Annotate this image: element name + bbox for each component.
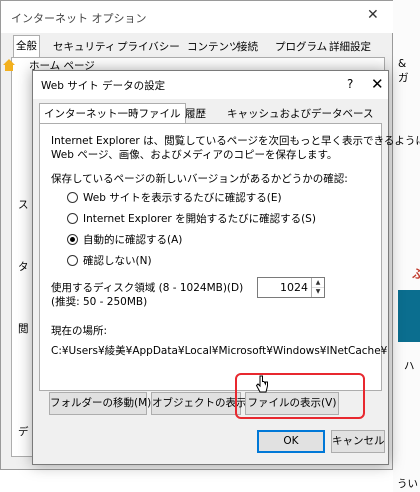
radio-label[interactable]: 確認しない(N)	[83, 253, 152, 268]
check-prompt: 保存しているページの新しいバージョンがあるかどうかの確認:	[51, 173, 348, 185]
view-objects-button[interactable]: オブジェクトの表示(O)	[151, 392, 263, 415]
tab-programs[interactable]: プログラム	[273, 37, 329, 57]
current-location-path: C:¥Users¥綾美¥AppData¥Local¥Microsoft¥Wind…	[51, 345, 388, 357]
current-location-label: 現在の場所:	[51, 325, 108, 337]
radio-label[interactable]: Web サイトを表示するたびに確認する(E)	[83, 190, 282, 205]
home-icon	[3, 59, 15, 71]
tab-general[interactable]: 全般	[13, 35, 40, 58]
description-text: Internet Explorer は、閲覧しているページを次回もっと早く表示で…	[51, 135, 420, 147]
background-fragment: 閲	[18, 323, 29, 335]
background-fragment: デ	[18, 426, 29, 438]
hand-cursor-icon	[255, 375, 268, 393]
stepper-buttons: ▲ ▼	[311, 278, 324, 297]
disk-space-recommended: (推奨: 50 - 250MB)	[51, 296, 148, 308]
ok-button[interactable]: OK	[257, 430, 325, 453]
tab-security[interactable]: セキュリティ	[51, 37, 117, 57]
background-fragment: タ	[18, 261, 29, 273]
background-fragment: うい	[397, 478, 418, 490]
radio-never[interactable]	[67, 255, 78, 266]
website-data-settings-dialog: Web サイト データの設定 ? ✕ インターネット一時ファイル 履歴 キャッシ…	[32, 70, 420, 465]
radio-label[interactable]: 自動的に確認する(A)	[83, 232, 182, 247]
disk-space-stepper[interactable]: 1024 ▲ ▼	[257, 277, 325, 298]
tab-connections[interactable]: 接続	[235, 37, 260, 57]
radio-every-visit[interactable]	[67, 192, 78, 203]
background-fragment: & ガ	[398, 58, 409, 84]
background-blue-bar	[398, 290, 420, 342]
help-icon[interactable]: ?	[347, 77, 353, 91]
tab-temporary-internet-files[interactable]: インターネット一時ファイル	[39, 103, 186, 125]
tab-caches-and-databases[interactable]: キャッシュおよびデータベース	[223, 105, 377, 123]
background-fragment: ふ	[412, 267, 420, 281]
tab-history[interactable]: 履歴	[181, 105, 210, 123]
cancel-button[interactable]: キャンセル	[331, 430, 385, 453]
tab-privacy[interactable]: プライバシー	[115, 37, 182, 57]
close-icon[interactable]: ✕	[367, 7, 379, 23]
background-fragment: ハ	[404, 360, 415, 372]
chevron-down-icon[interactable]: ▼	[312, 287, 324, 296]
move-folder-button[interactable]: フォルダーの移動(M)...	[49, 392, 161, 415]
background-fragment: ス	[18, 199, 29, 211]
disk-space-label: 使用するディスク領域 (8 - 1024MB)(D)	[51, 282, 244, 294]
tab-content[interactable]: コンテンツ	[185, 37, 242, 57]
radio-label[interactable]: Internet Explorer を開始するたびに確認する(S)	[83, 211, 316, 226]
close-icon[interactable]: ✕	[371, 75, 384, 93]
tab-advanced[interactable]: 詳細設定	[327, 37, 373, 57]
dialog-title: Web サイト データの設定	[41, 80, 166, 92]
description-text: Web ページ、画像、およびメディアのコピーを保存します。	[51, 149, 338, 161]
radio-every-start[interactable]	[67, 213, 78, 224]
disk-space-value[interactable]: 1024	[280, 281, 308, 294]
internet-options-title: インターネット オプション	[11, 12, 147, 25]
radio-automatic[interactable]	[67, 234, 78, 245]
